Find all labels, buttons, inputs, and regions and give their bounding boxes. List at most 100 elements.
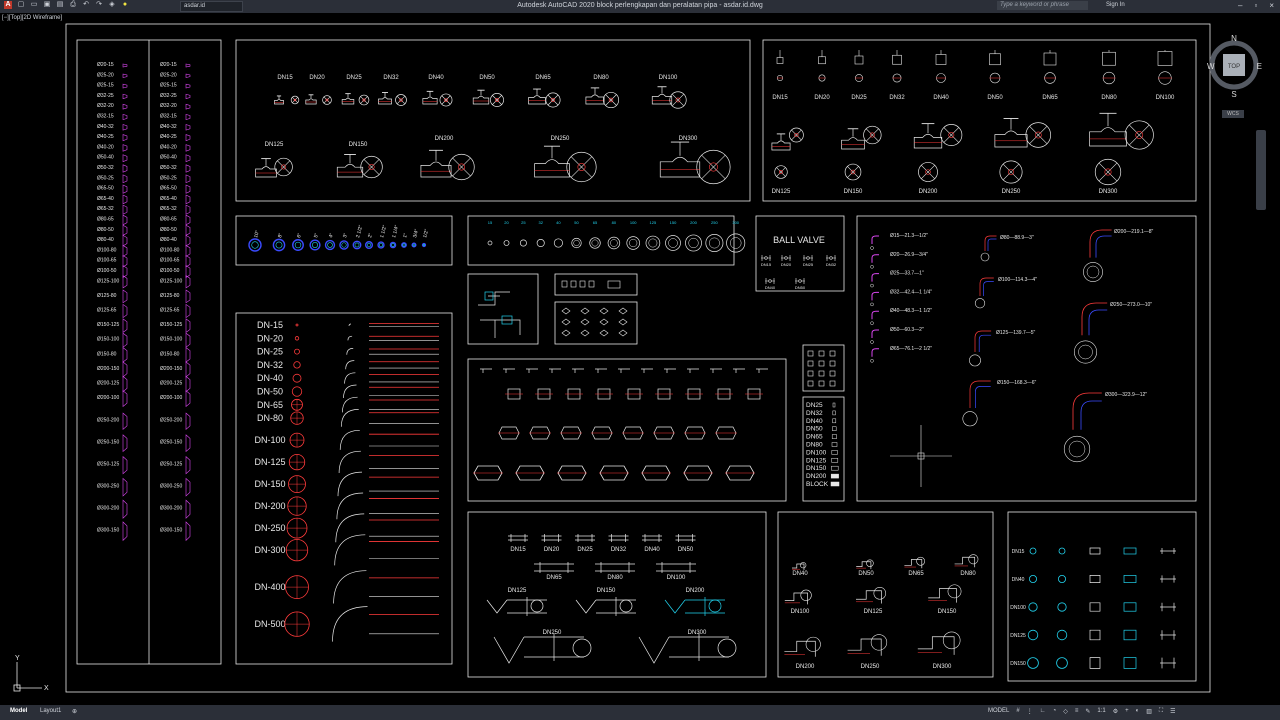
ball-valve-size-label: DN20	[781, 262, 792, 267]
reducer-label-left: Ø80-40	[97, 237, 114, 243]
fullscreen-icon[interactable]: ⛶	[1159, 708, 1163, 715]
gate-size-label: DN20	[814, 95, 830, 101]
strainer-line	[1160, 657, 1176, 669]
pipe-circle-label: 8"	[277, 232, 284, 238]
small-symbol	[599, 307, 609, 315]
reducer-layer: Ø20-15 Ø20-15 Ø25-20 Ø25-20 Ø25-15 Ø25-15 Ø32-…	[97, 62, 191, 542]
menu-icon[interactable]: ☰	[1170, 708, 1175, 715]
reducer-label-right: Ø25-15	[160, 83, 177, 89]
dn-list-label: DN150	[806, 465, 827, 472]
restore-icon[interactable]: ▫	[1254, 1, 1257, 10]
gate-size-label: DN300	[1099, 189, 1118, 195]
plus-icon[interactable]: +	[1125, 708, 1129, 715]
reducer-symbol	[122, 144, 128, 152]
gate-valve-body	[989, 53, 1001, 66]
close-icon[interactable]: ×	[1269, 1, 1274, 10]
legend-symbol	[829, 370, 836, 377]
check-valve-small	[675, 534, 696, 542]
reducer-label-right: Ø50-32	[160, 165, 177, 171]
sign-in-link[interactable]: Sign In	[1106, 2, 1125, 8]
reducer-label-right: Ø65-32	[160, 206, 177, 212]
small-symbol	[580, 307, 590, 315]
angle-size-label: DN250	[861, 664, 880, 670]
model-space-toggle[interactable]: MODEL	[988, 708, 1009, 715]
strainer-top	[1123, 547, 1137, 555]
viewcube-south[interactable]: S	[1231, 90, 1236, 99]
pipe-circle-label: 2 1/2"	[355, 224, 364, 238]
viewcube-top[interactable]: TOP	[1228, 64, 1240, 70]
reducer-label-right: Ø150-100	[160, 337, 182, 343]
flange-scale-label: 80	[612, 220, 617, 225]
reducer-label-right: Ø200-150	[160, 366, 182, 372]
reducer-symbol	[122, 83, 128, 89]
elbow-medium	[969, 380, 991, 408]
flange-circle	[685, 234, 702, 252]
status-tools: MODEL # ⋮ ∟ ◔ ◇ ≡ ✎ 1:1 ⚙ + ◐ ▥ ⛶ ☰	[988, 708, 1176, 715]
scale-readout[interactable]: 1:1	[1097, 708, 1105, 715]
add-layout-icon[interactable]: ⊕	[72, 708, 77, 715]
wcs-menu[interactable]: WCS	[1222, 110, 1244, 118]
check-size-label: DN65	[546, 575, 562, 581]
dn-pipe-label: DN-25	[257, 347, 283, 357]
reducer-symbol	[122, 332, 128, 348]
isolate-icon[interactable]: ◐	[1136, 708, 1140, 715]
pipe-bend	[336, 492, 364, 520]
flange-circle	[645, 235, 661, 251]
ball-valve-layer: BALL VALVE DN15 DN20 DN25 DN32 DN40 DN50	[761, 235, 837, 290]
reducer-label-right: Ø125-100	[160, 278, 182, 284]
hardware-icon[interactable]: ▥	[1146, 708, 1152, 715]
pipe-circle-label: 1 1/2"	[379, 224, 388, 238]
dn-list-label: DN200	[806, 473, 827, 480]
reducer-symbol	[122, 375, 128, 393]
viewcube-west[interactable]: W	[1207, 62, 1215, 71]
lineweight-icon[interactable]: ≡	[1075, 708, 1079, 715]
gate-size-label: DN250	[1002, 189, 1021, 195]
strainer-side	[1089, 547, 1101, 555]
gate-size-label: DN80	[1101, 95, 1117, 101]
gear-icon[interactable]: ⚙	[1113, 708, 1118, 715]
reducer-label-left: Ø65-50	[97, 186, 114, 192]
osnap-icon[interactable]: ◇	[1063, 708, 1068, 715]
tab-layout1[interactable]: Layout1	[40, 708, 61, 714]
pipe-circle	[377, 241, 385, 249]
drawing-canvas[interactable]: Ø20-15 Ø20-15 Ø25-20 Ø25-20 Ø25-15 Ø25-15 Ø32-…	[0, 13, 1280, 705]
reducer-label-right: Ø200-125	[160, 381, 182, 387]
dn-list-mark	[831, 458, 839, 463]
viewcube-east[interactable]: E	[1257, 62, 1262, 71]
snap-icon[interactable]: ⋮	[1027, 708, 1033, 715]
reducer-symbol	[185, 204, 191, 215]
minimize-icon[interactable]: –	[1238, 1, 1242, 10]
pipe-circle-label: 1 1/4"	[391, 224, 400, 238]
small-symbol	[561, 318, 571, 326]
tee-small	[733, 368, 745, 373]
tee-small	[641, 368, 653, 373]
reducer-label-right: Ø250-150	[160, 440, 182, 446]
strainer-front-b	[1058, 575, 1067, 584]
elbow-label: Ø32—42.4—1 1/4"	[890, 289, 932, 295]
ortho-icon[interactable]: ∟	[1040, 708, 1046, 715]
pipe-bend	[332, 606, 368, 642]
pipe-circle-inner	[341, 242, 347, 248]
annotation-icon[interactable]: ✎	[1085, 708, 1090, 715]
strainer-front	[1028, 602, 1038, 612]
polar-icon[interactable]: ◔	[1053, 708, 1057, 715]
flange-inner	[668, 238, 678, 248]
viewcube[interactable]: TOP N S E W	[1207, 31, 1263, 101]
reducer-label-left: Ø40-32	[97, 124, 114, 130]
dn-list-mark	[831, 450, 838, 455]
grid-icon[interactable]: #	[1016, 708, 1019, 715]
ucs-x-label: X	[44, 685, 49, 692]
gate-valve-body	[935, 54, 947, 65]
navigation-bar[interactable]	[1256, 130, 1266, 210]
gate-valve-body	[854, 55, 864, 65]
tab-model[interactable]: Model	[10, 708, 27, 714]
check-size-label: DN25	[577, 547, 593, 553]
pipe-circle-label: 10"	[253, 230, 261, 239]
search-input[interactable]: Type a keyword or phrase	[997, 1, 1088, 10]
flange-inner	[688, 237, 699, 249]
check-valve-disc	[619, 599, 633, 613]
viewcube-north[interactable]: N	[1231, 34, 1237, 43]
pipe-bend	[346, 348, 354, 355]
strainer-panel	[1007, 511, 1197, 682]
reducer-label-left: Ø150-125	[97, 322, 119, 328]
